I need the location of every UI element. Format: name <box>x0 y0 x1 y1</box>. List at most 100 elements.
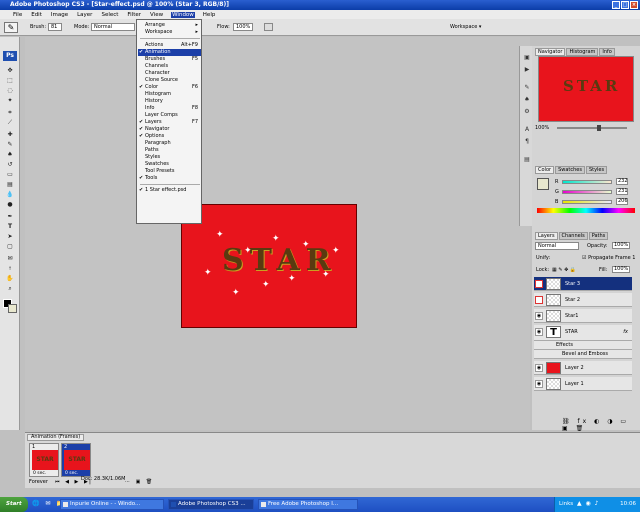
tab-channels[interactable]: Channels <box>558 232 588 240</box>
loop-select[interactable]: Forever <box>29 479 48 485</box>
move-tool-icon[interactable]: ✥ <box>5 67 15 74</box>
menu-image[interactable]: Image <box>50 12 69 18</box>
dock-layer-comps-icon[interactable]: ▤ <box>523 156 531 163</box>
dock-paragraph-icon[interactable]: ¶ <box>523 138 531 145</box>
dodge-tool-icon[interactable]: ● <box>5 201 15 208</box>
color-r-value[interactable]: 232 <box>616 178 628 185</box>
menu-item-navigator[interactable]: ✔ Navigator <box>139 126 201 133</box>
maximize-button[interactable]: □ <box>621 1 629 9</box>
crop-tool-icon[interactable]: ⌗ <box>5 109 15 116</box>
menu-file[interactable]: File <box>12 12 23 18</box>
task-browser[interactable]: Inpurie Online - - Windo... <box>60 499 164 510</box>
animation-frame-2[interactable]: 2 STAR 0 sec. <box>61 443 91 477</box>
layer-row-star-2[interactable]: Star 2 <box>534 293 632 307</box>
mode-select[interactable]: Normal <box>91 23 135 31</box>
menu-item-history[interactable]: History <box>145 98 201 105</box>
layer-row-star-text[interactable]: ◉ T STAR fx <box>534 325 632 341</box>
color-r-slider[interactable] <box>562 180 612 184</box>
menu-item-character[interactable]: Character <box>145 70 201 77</box>
visibility-toggle[interactable] <box>535 296 543 304</box>
menu-item-layer-comps[interactable]: Layer Comps <box>145 112 201 119</box>
stamp-tool-icon[interactable]: ♠ <box>5 151 15 158</box>
document-canvas[interactable]: STAR ✦ ✦ ✦ ✦ ✦ ✦ ✦ ✦ ✦ ✦ <box>181 204 357 328</box>
fill-field[interactable]: 100% <box>612 266 630 273</box>
menu-item-clone-source[interactable]: Clone Source <box>145 77 201 84</box>
frame-actions[interactable]: ⋯ ▣ 🗑 <box>125 479 154 485</box>
color-g-slider[interactable] <box>562 190 612 194</box>
dock-presets-icon[interactable]: ⚙ <box>523 108 531 115</box>
magic-wand-icon[interactable]: ✦ <box>5 97 15 104</box>
path-select-icon[interactable]: ➤ <box>5 233 15 240</box>
layer-row-layer-1[interactable]: ◉ Layer 1 <box>534 377 632 391</box>
eye-icon[interactable]: ◉ <box>535 364 543 372</box>
blur-tool-icon[interactable]: 💧 <box>5 191 15 198</box>
navigator-zoom-slider[interactable] <box>557 127 627 129</box>
layer-row-star-3[interactable]: Star 3 <box>534 277 632 291</box>
menu-item-info[interactable]: Info F8 <box>145 105 201 112</box>
menu-edit[interactable]: Edit <box>30 12 43 18</box>
type-tool-icon[interactable]: T <box>5 223 15 230</box>
airbrush-icon[interactable] <box>264 23 273 31</box>
eye-icon[interactable]: ◉ <box>535 328 543 336</box>
navigator-zoom-thumb[interactable] <box>597 125 601 131</box>
background-color-swatch[interactable] <box>8 304 17 313</box>
menu-view[interactable]: View <box>149 12 164 18</box>
healing-brush-icon[interactable]: ✚ <box>5 131 15 138</box>
animation-panel-tab[interactable]: Animation (Frames) <box>27 434 85 441</box>
tab-styles[interactable]: Styles <box>585 166 608 174</box>
menu-item-arrange[interactable]: Arrange ▸ <box>145 22 201 29</box>
dock-character-icon[interactable]: A <box>523 126 531 133</box>
tab-paths[interactable]: Paths <box>588 232 609 240</box>
menu-item-swatches[interactable]: Swatches <box>145 161 201 168</box>
color-b-value[interactable]: 206 <box>616 198 628 205</box>
menu-filter[interactable]: Filter <box>126 12 142 18</box>
menu-item-tool-presets[interactable]: Tool Presets <box>145 168 201 175</box>
task-photoshop[interactable]: Adobe Photoshop CS3 ... <box>168 499 254 510</box>
notes-tool-icon[interactable]: ✉ <box>5 255 15 262</box>
color-b-slider[interactable] <box>562 200 612 204</box>
fx-icon[interactable]: fx <box>623 329 628 335</box>
tab-swatches[interactable]: Swatches <box>555 166 585 174</box>
eye-icon[interactable]: ◉ <box>535 312 543 320</box>
layer-effects-row[interactable]: Effects <box>534 341 632 350</box>
layers-footer-icons[interactable]: ⛓ fx ◐ ◑ ▭ ▣ 🗑 <box>562 418 640 432</box>
menu-item-paragraph[interactable]: Paragraph <box>145 140 201 147</box>
dock-history-icon[interactable]: ▣ <box>523 54 531 61</box>
menu-item-layers[interactable]: ✔ Layers F7 <box>139 119 201 126</box>
menu-item-animation[interactable]: ✔ Animation <box>138 49 201 56</box>
menu-window[interactable]: Window <box>171 11 195 18</box>
menu-select[interactable]: Select <box>100 12 119 18</box>
menu-item-actions[interactable]: Actions Alt+F9 <box>145 42 201 49</box>
dock-actions-icon[interactable]: ▶ <box>523 66 531 73</box>
marquee-tool-icon[interactable]: ⬚ <box>5 77 15 84</box>
flow-field[interactable]: 100% <box>233 23 253 31</box>
zoom-tool-icon[interactable]: ⌕ <box>5 285 15 292</box>
tab-info[interactable]: Info <box>599 48 615 56</box>
history-brush-icon[interactable]: ↺ <box>5 161 15 168</box>
color-spectrum-bar[interactable] <box>537 208 635 213</box>
lock-icons[interactable]: ▦ ✎ ✥ 🔒 <box>552 267 576 273</box>
menu-help[interactable]: Help <box>202 12 217 18</box>
dock-brushes-icon[interactable]: ✎ <box>523 84 531 91</box>
menu-item-brushes[interactable]: Brushes F5 <box>145 56 201 63</box>
tab-layers[interactable]: Layers <box>535 232 558 240</box>
minimize-button[interactable]: _ <box>612 1 620 9</box>
eye-icon[interactable]: ◉ <box>535 380 543 388</box>
menu-item-tools[interactable]: ✔ Tools <box>139 175 201 182</box>
eyedropper-icon[interactable]: ⟊ <box>5 265 15 272</box>
close-button[interactable]: × <box>630 1 638 9</box>
tray-icons[interactable]: ▲ ◉ ♪ <box>577 500 600 507</box>
menu-item-document[interactable]: ✔ 1 Star effect.psd <box>139 187 201 194</box>
shape-tool-icon[interactable]: ▢ <box>5 243 15 250</box>
eraser-tool-icon[interactable]: ▭ <box>5 171 15 178</box>
color-panel-swatch[interactable] <box>537 178 549 190</box>
lasso-tool-icon[interactable]: ◌ <box>5 87 15 94</box>
gradient-tool-icon[interactable]: ▤ <box>5 181 15 188</box>
frame-delay[interactable]: 0 sec. <box>65 471 78 476</box>
layer-row-star1[interactable]: ◉ Star1 <box>534 309 632 323</box>
layer-effect-bevel-row[interactable]: Bevel and Emboss <box>534 350 632 359</box>
hand-tool-icon[interactable]: ✋ <box>5 275 15 282</box>
frame-delay[interactable]: 0 sec. <box>33 471 46 476</box>
blend-mode-select[interactable]: Normal <box>535 242 579 250</box>
menu-item-channels[interactable]: Channels <box>145 63 201 70</box>
